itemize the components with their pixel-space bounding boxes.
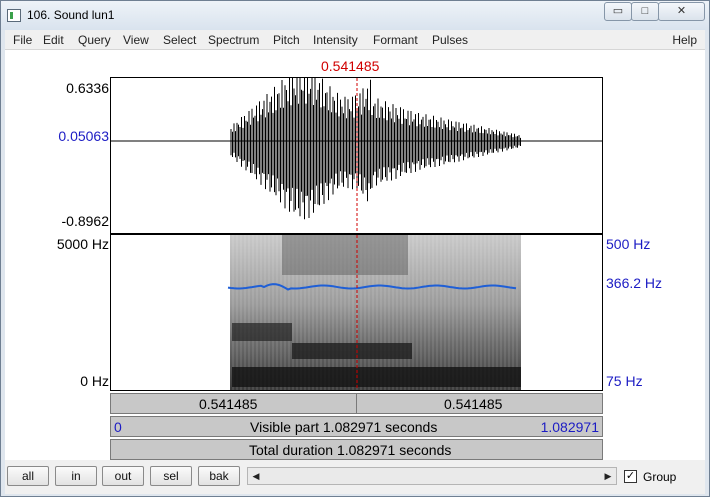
menu-spectrum[interactable]: Spectrum bbox=[208, 33, 259, 47]
zoom-to-selection-button[interactable]: sel bbox=[150, 466, 192, 486]
waveform-signal bbox=[230, 69, 521, 220]
scroll-right-arrow-icon[interactable]: ▶ bbox=[600, 468, 616, 484]
menu-edit[interactable]: Edit bbox=[43, 33, 64, 47]
group-label: Group bbox=[643, 470, 677, 484]
menu-query[interactable]: Query bbox=[78, 33, 111, 47]
cursor-time-label: 0.541485 bbox=[321, 58, 380, 74]
window-title: 106. Sound lun1 bbox=[27, 8, 115, 22]
minimize-button[interactable]: ▭ bbox=[604, 2, 632, 21]
waveform-min-label: -0.8962 bbox=[61, 213, 109, 229]
group-checkbox[interactable]: ✓ bbox=[624, 470, 637, 483]
visible-start-time: 0 bbox=[114, 419, 122, 435]
zoom-in-button[interactable]: in bbox=[55, 466, 97, 486]
spectrogram-panel[interactable] bbox=[110, 234, 603, 391]
title-bar[interactable]: 106. Sound lun1 ▭ □ ✕ bbox=[1, 1, 709, 30]
show-all-button[interactable]: all bbox=[7, 466, 49, 486]
visible-end-time: 1.082971 bbox=[540, 419, 599, 435]
praat-app-icon bbox=[7, 9, 21, 22]
menu-view[interactable]: View bbox=[123, 33, 149, 47]
menu-pulses[interactable]: Pulses bbox=[432, 33, 468, 47]
visible-part-bar[interactable]: 0 Visible part 1.082971 seconds 1.082971 bbox=[110, 416, 603, 437]
pitch-value-label: 366.2 Hz bbox=[606, 275, 663, 291]
selection-left-time: 0.541485 bbox=[199, 396, 258, 412]
spectrogram-bottom-label: 0 Hz bbox=[80, 373, 109, 389]
menu-file[interactable]: File bbox=[13, 33, 32, 47]
waveform-panel[interactable] bbox=[110, 69, 603, 234]
pitch-top-label: 500 Hz bbox=[606, 236, 651, 252]
spectrogram-formant-band-1 bbox=[232, 323, 292, 341]
horizontal-scrollbar[interactable]: ◀ ▶ bbox=[247, 467, 617, 485]
client-area: File Edit Query View Select Spectrum Pit… bbox=[5, 30, 705, 494]
scroll-left-arrow-icon[interactable]: ◀ bbox=[248, 468, 264, 484]
spectrogram-top-label: 5000 Hz bbox=[56, 236, 109, 252]
maximize-button[interactable]: □ bbox=[631, 2, 659, 21]
sound-editor-window: 106. Sound lun1 ▭ □ ✕ File Edit Query Vi… bbox=[0, 0, 710, 497]
waveform-svg bbox=[111, 69, 602, 233]
menu-intensity[interactable]: Intensity bbox=[313, 33, 358, 47]
waveform-cursor-value-label: 0.05063 bbox=[58, 128, 109, 144]
zoom-back-button[interactable]: bak bbox=[198, 466, 240, 486]
pitch-bottom-label: 75 Hz bbox=[606, 373, 643, 389]
menu-pitch[interactable]: Pitch bbox=[273, 33, 300, 47]
sound-editor-canvas[interactable]: 0.541485 0.6336 0.05063 -0.8962 5000 Hz … bbox=[5, 50, 705, 460]
menu-formant[interactable]: Formant bbox=[373, 33, 418, 47]
menu-bar: File Edit Query View Select Spectrum Pit… bbox=[5, 30, 705, 50]
spectrogram-svg bbox=[227, 235, 521, 390]
menu-help[interactable]: Help bbox=[672, 33, 697, 47]
bottom-toolbar: all in out sel bak ◀ ▶ ✓ Group bbox=[5, 462, 705, 494]
selection-right-time: 0.541485 bbox=[444, 396, 503, 412]
total-duration-label: Total duration 1.082971 seconds bbox=[249, 442, 452, 458]
close-button[interactable]: ✕ bbox=[658, 2, 705, 21]
visible-part-label: Visible part 1.082971 seconds bbox=[250, 419, 438, 435]
zoom-out-button[interactable]: out bbox=[102, 466, 144, 486]
menu-select[interactable]: Select bbox=[163, 33, 196, 47]
spectrogram-formant-band-2 bbox=[292, 343, 412, 359]
spectrogram-formant-band-low bbox=[232, 367, 521, 387]
total-duration-bar[interactable]: Total duration 1.082971 seconds bbox=[110, 439, 603, 460]
spectrogram-formant-band-high bbox=[282, 235, 408, 275]
selection-bar[interactable]: 0.541485 0.541485 bbox=[110, 393, 603, 414]
selection-divider bbox=[356, 394, 357, 413]
waveform-max-label: 0.6336 bbox=[66, 80, 109, 96]
